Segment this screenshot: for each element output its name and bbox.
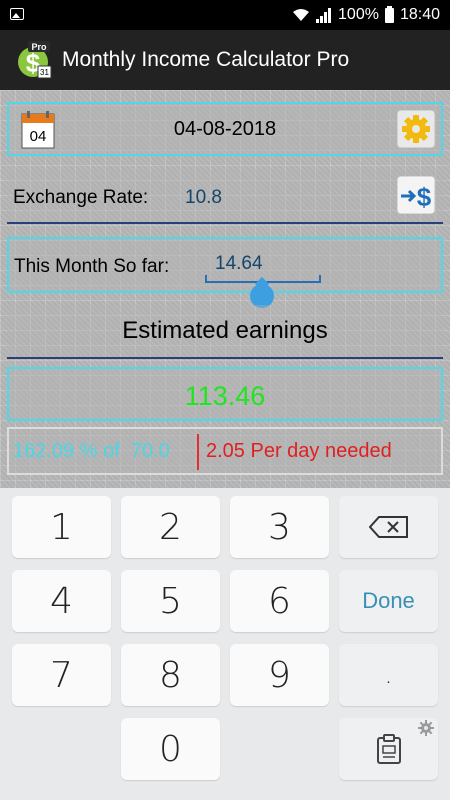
svg-text:31: 31 bbox=[40, 68, 49, 77]
battery-percent: 100% bbox=[338, 6, 379, 23]
backspace-icon bbox=[368, 516, 408, 538]
key-5[interactable]: 5 bbox=[121, 570, 220, 632]
backspace-key[interactable] bbox=[339, 496, 438, 558]
exchange-rate-label: Exchange Rate: bbox=[13, 187, 149, 208]
svg-text:$: $ bbox=[417, 182, 432, 212]
signal-icon bbox=[316, 7, 332, 23]
svg-text:Pro: Pro bbox=[31, 42, 47, 52]
exchange-rate-value[interactable]: 10.8 bbox=[185, 187, 222, 209]
app-logo-icon: $ Pro 31 bbox=[18, 41, 52, 79]
month-so-far-label: This Month So far: bbox=[14, 256, 170, 277]
wifi-icon bbox=[293, 9, 310, 21]
calculator-content: 04 04-08-2018 Exchange Rate: 10.8 $ This… bbox=[0, 90, 450, 488]
status-bar: 100% 18:40 bbox=[0, 0, 450, 30]
key-3[interactable]: 3 bbox=[230, 496, 329, 558]
image-notification-icon bbox=[10, 8, 24, 20]
estimated-result-panel: 113.46 bbox=[7, 367, 443, 421]
stats-divider bbox=[197, 434, 199, 470]
done-key[interactable]: Done bbox=[339, 570, 438, 632]
settings-gear-icon[interactable] bbox=[397, 110, 435, 148]
month-so-far-panel: This Month So far: 14.64 bbox=[7, 237, 443, 293]
battery-icon bbox=[384, 5, 394, 23]
key-1[interactable]: 1 bbox=[12, 496, 111, 558]
exchange-rate-row: Exchange Rate: 10.8 $ bbox=[7, 170, 443, 224]
key-7[interactable]: 7 bbox=[12, 644, 111, 706]
keyboard-settings-icon[interactable] bbox=[418, 720, 434, 736]
currency-exchange-icon[interactable]: $ bbox=[397, 176, 435, 214]
key-6[interactable]: 6 bbox=[230, 570, 329, 632]
key-9[interactable]: 9 bbox=[230, 644, 329, 706]
selected-date[interactable]: 04-08-2018 bbox=[9, 118, 441, 141]
app-title-bar: $ Pro 31 Monthly Income Calculator Pro bbox=[0, 30, 450, 90]
key-8[interactable]: 8 bbox=[121, 644, 220, 706]
estimated-earnings-header: Estimated earnings bbox=[7, 305, 443, 359]
date-panel: 04 04-08-2018 bbox=[7, 102, 443, 156]
estimated-earnings-label: Estimated earnings bbox=[122, 317, 328, 344]
estimated-earnings-value: 113.46 bbox=[184, 381, 266, 411]
clock: 18:40 bbox=[399, 6, 440, 23]
clipboard-icon bbox=[376, 734, 401, 764]
decimal-key[interactable]: . bbox=[339, 644, 438, 706]
per-day-needed: 2.05 Per day needed bbox=[206, 440, 392, 462]
status-icons: 100% 18:40 bbox=[292, 0, 440, 30]
stats-panel: 162.09 % of 70.0 2.05 Per day needed bbox=[7, 427, 443, 475]
percent-of-target: 162.09 % of 70.0 bbox=[13, 440, 170, 462]
app-title: Monthly Income Calculator Pro bbox=[62, 48, 350, 71]
key-2[interactable]: 2 bbox=[121, 496, 220, 558]
key-4[interactable]: 4 bbox=[12, 570, 111, 632]
key-0[interactable]: 0 bbox=[121, 718, 220, 780]
